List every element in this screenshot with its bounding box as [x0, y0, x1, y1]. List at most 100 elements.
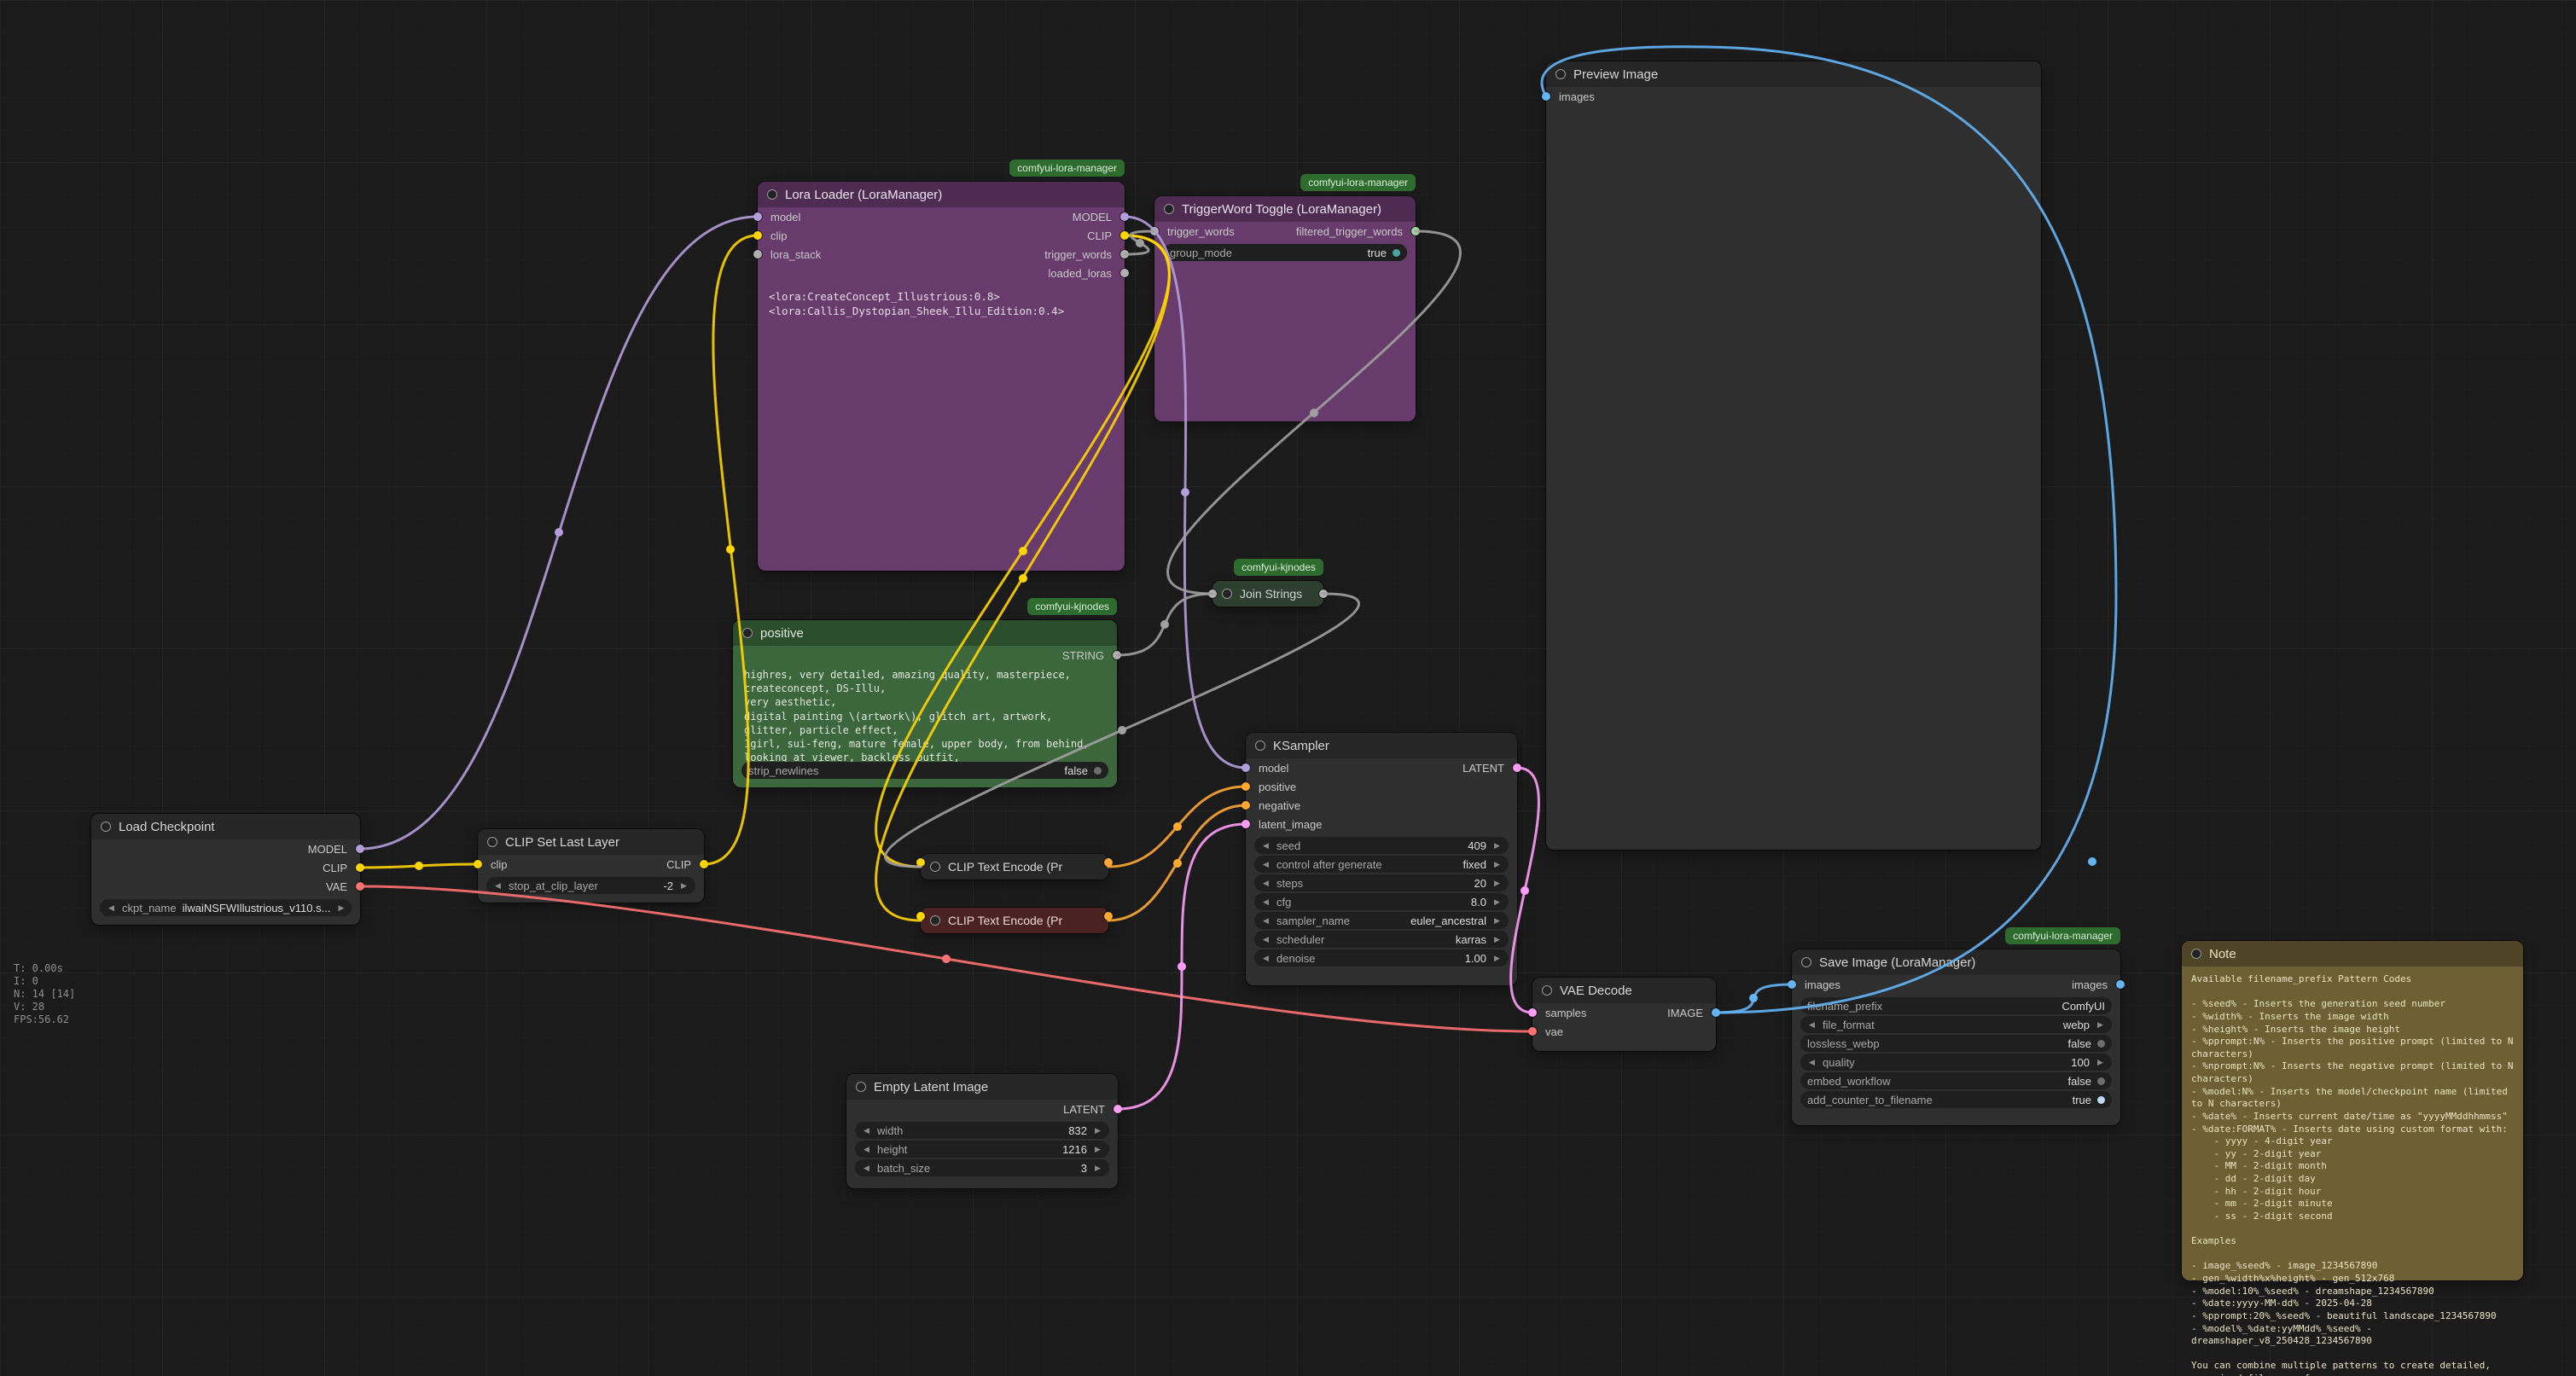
node-title-bar[interactable]: KSampler [1246, 733, 1517, 758]
collapse-toggle-icon[interactable] [767, 189, 777, 200]
input-dot-latent-image[interactable] [1241, 820, 1250, 828]
steps-stepper[interactable]: steps 20 [1254, 874, 1509, 891]
collapse-toggle-icon[interactable] [487, 837, 497, 847]
combo-left-arrow-icon[interactable] [1261, 931, 1271, 948]
quality-stepper[interactable]: quality 100 [1800, 1054, 2112, 1071]
node-title-bar[interactable]: positive [733, 620, 1117, 646]
output-dot-model[interactable] [356, 845, 364, 853]
combo-left-arrow-icon[interactable] [107, 899, 116, 916]
node-title-bar[interactable]: Lora Loader (LoraManager) [758, 182, 1125, 207]
group-mode-toggle[interactable]: group_mode true [1163, 244, 1407, 261]
collapsed-input-dot[interactable] [916, 858, 925, 867]
collapse-toggle-icon[interactable] [930, 915, 940, 926]
collapsed-output-dot[interactable] [1104, 858, 1113, 867]
stop-at-clip-layer-stepper[interactable]: stop_at_clip_layer -2 [486, 877, 695, 894]
input-dot-clip[interactable] [474, 860, 482, 868]
stepper-right-arrow-icon[interactable] [1093, 1141, 1102, 1158]
toggle-off-indicator-icon[interactable] [1094, 767, 1102, 775]
node-title-bar[interactable]: Note [2182, 941, 2523, 967]
input-dot-samples[interactable] [1528, 1008, 1537, 1017]
node-clip-text-encode-negative[interactable]: CLIP Text Encode (Pr [921, 908, 1108, 933]
strip-newlines-toggle[interactable]: strip_newlines false [741, 762, 1108, 779]
combo-right-arrow-icon[interactable] [336, 899, 346, 916]
output-dot-latent[interactable] [1513, 763, 1521, 772]
file-format-combo[interactable]: file_format webp [1800, 1016, 2112, 1033]
node-title-bar[interactable]: CLIP Set Last Layer [478, 829, 704, 855]
input-dot-lora-stack[interactable] [753, 250, 762, 258]
collapse-toggle-icon[interactable] [1222, 589, 1232, 599]
output-dot-vae[interactable] [356, 882, 364, 891]
input-dot-trigger-words[interactable] [1150, 227, 1159, 235]
control-after-generate-combo[interactable]: control after generate fixed [1254, 856, 1509, 873]
input-dot-vae[interactable] [1528, 1027, 1537, 1036]
collapsed-input-dot[interactable] [916, 912, 925, 920]
collapse-toggle-icon[interactable] [1255, 740, 1265, 751]
output-dot-filtered-trigger-words[interactable] [1411, 227, 1420, 235]
node-load-checkpoint[interactable]: Load Checkpoint MODEL CLIP VAE ckpt_name… [91, 814, 360, 925]
stepper-left-arrow-icon[interactable] [1807, 1054, 1817, 1071]
embed-workflow-toggle[interactable]: embed_workflow false [1800, 1072, 2112, 1089]
node-title-bar[interactable]: VAE Decode [1532, 978, 1716, 1003]
collapsed-output-dot[interactable] [1104, 912, 1113, 920]
combo-left-arrow-icon[interactable] [1261, 856, 1271, 873]
collapse-toggle-icon[interactable] [1542, 985, 1552, 996]
collapse-toggle-icon[interactable] [1555, 69, 1566, 79]
stepper-right-arrow-icon[interactable] [1492, 874, 1502, 891]
ckpt-name-combo[interactable]: ckpt_name ilwaiNSFWIllustrious_v110.s... [100, 899, 352, 916]
node-title-bar[interactable]: CLIP Text Encode (Pr [921, 854, 1108, 880]
collapse-toggle-icon[interactable] [2191, 949, 2201, 959]
output-dot-model[interactable] [1120, 212, 1129, 221]
toggle-on-indicator-icon[interactable] [1393, 249, 1400, 257]
cfg-stepper[interactable]: cfg 8.0 [1254, 893, 1509, 910]
toggle-on-indicator-icon[interactable] [2097, 1096, 2105, 1104]
width-stepper[interactable]: width 832 [855, 1122, 1109, 1139]
stepper-right-arrow-icon[interactable] [679, 877, 689, 894]
filename-prefix-text-field[interactable]: filename_prefix ComfyUI [1800, 997, 2112, 1014]
lora-syntax-text-widget[interactable]: <lora:CreateConcept_Illustrious:0.8> <lo… [758, 282, 1125, 327]
graph-canvas[interactable]: Load Checkpoint MODEL CLIP VAE ckpt_name… [0, 0, 2576, 1376]
denoise-stepper[interactable]: denoise 1.00 [1254, 949, 1509, 967]
collapse-toggle-icon[interactable] [742, 628, 753, 638]
collapse-toggle-icon[interactable] [1164, 204, 1174, 214]
node-title-bar[interactable]: CLIP Text Encode (Pr [921, 908, 1108, 933]
stepper-right-arrow-icon[interactable] [1093, 1122, 1102, 1139]
input-dot-negative[interactable] [1241, 801, 1250, 810]
sampler-name-combo[interactable]: sampler_name euler_ancestral [1254, 912, 1509, 929]
collapsed-input-dot[interactable] [1208, 589, 1217, 598]
stepper-left-arrow-icon[interactable] [862, 1141, 871, 1158]
stepper-left-arrow-icon[interactable] [1261, 837, 1271, 854]
stepper-left-arrow-icon[interactable] [862, 1159, 871, 1176]
node-vae-decode[interactable]: VAE Decode samples IMAGE vae [1532, 978, 1716, 1051]
scheduler-combo[interactable]: scheduler karras [1254, 931, 1509, 948]
node-title-bar[interactable]: Preview Image [1546, 61, 2041, 87]
stepper-left-arrow-icon[interactable] [862, 1122, 871, 1139]
node-triggerword-toggle[interactable]: comfyui-lora-manager TriggerWord Toggle … [1154, 196, 1416, 421]
stepper-right-arrow-icon[interactable] [1492, 893, 1502, 910]
combo-left-arrow-icon[interactable] [1807, 1016, 1817, 1033]
prompt-text-widget[interactable]: highres, very detailed, amazing quality,… [733, 665, 1117, 772]
node-title-bar[interactable]: TriggerWord Toggle (LoraManager) [1154, 196, 1416, 222]
combo-right-arrow-icon[interactable] [1492, 856, 1502, 873]
node-clip-set-last-layer[interactable]: CLIP Set Last Layer clip CLIP stop_at_cl… [478, 829, 704, 903]
output-dot-clip[interactable] [700, 860, 708, 868]
collapsed-output-dot[interactable] [1319, 589, 1328, 598]
node-title-bar[interactable]: Empty Latent Image [846, 1074, 1118, 1100]
stepper-left-arrow-icon[interactable] [1261, 893, 1271, 910]
node-note[interactable]: Note Available filename_prefix Pattern C… [2182, 941, 2523, 1280]
stepper-right-arrow-icon[interactable] [1093, 1159, 1102, 1176]
node-save-image[interactable]: comfyui-lora-manager Save Image (LoraMan… [1792, 949, 2120, 1125]
note-text-widget[interactable]: Available filename_prefix Pattern Codes … [2182, 967, 2523, 1376]
height-stepper[interactable]: height 1216 [855, 1141, 1109, 1158]
node-clip-text-encode-positive[interactable]: CLIP Text Encode (Pr [921, 854, 1108, 880]
output-dot-latent[interactable] [1114, 1105, 1122, 1113]
output-dot-clip[interactable] [1120, 231, 1129, 240]
input-dot-positive[interactable] [1241, 782, 1250, 791]
add-counter-to-filename-toggle[interactable]: add_counter_to_filename true [1800, 1091, 2112, 1108]
node-join-strings[interactable]: comfyui-kjnodes Join Strings [1212, 581, 1323, 607]
input-dot-model[interactable] [1241, 763, 1250, 772]
seed-stepper[interactable]: seed 409 [1254, 837, 1509, 854]
output-dot-images[interactable] [2116, 980, 2125, 989]
input-dot-images[interactable] [1788, 980, 1796, 989]
node-empty-latent-image[interactable]: Empty Latent Image LATENT width 832 heig… [846, 1074, 1118, 1188]
node-title-bar[interactable]: Save Image (LoraManager) [1792, 949, 2120, 975]
